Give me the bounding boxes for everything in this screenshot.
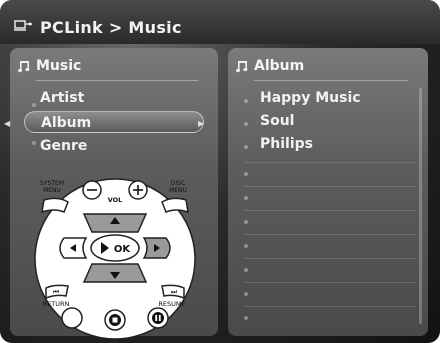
system-menu-button[interactable] (41, 197, 69, 214)
empty-row (244, 306, 416, 307)
empty-row (244, 234, 416, 235)
menu-item-artist[interactable]: Artist (40, 90, 84, 106)
bullet-icon (244, 145, 248, 149)
return-label: RETURN (43, 300, 70, 308)
bullet-icon (244, 316, 248, 320)
bullet-icon (244, 122, 248, 126)
pause-icon (158, 315, 161, 321)
pclink-icon (14, 20, 32, 31)
right-arrow-icon: ▶ (198, 119, 205, 128)
disc-menu-label: DISC MENU (169, 180, 187, 194)
screen: PCLink > Music Music Artist Album Genre … (0, 0, 440, 343)
music-note-icon (236, 61, 248, 73)
album-panel: Album Happy Music Soul Philips (228, 48, 428, 336)
breadcrumb: PCLink > Music (40, 18, 182, 37)
resume-label: RESUME (158, 300, 185, 308)
bullet-icon (244, 244, 248, 248)
bullet-icon (244, 220, 248, 224)
panel-title-music: Music (36, 58, 82, 74)
stop-icon (112, 317, 118, 323)
panel-title-album: Album (254, 58, 305, 74)
bullet-icon (244, 99, 248, 103)
vol-label: VOL (108, 196, 123, 204)
pause-icon-ring (152, 312, 164, 324)
remote-control: SYSTEMMENU VOL DISCMENU OK ⏮ ⏭ RETURN (34, 178, 196, 340)
empty-row (244, 210, 416, 211)
bullet-icon (32, 103, 36, 107)
pause-icon (155, 315, 158, 321)
title-divider (254, 80, 408, 81)
bullet-icon (244, 196, 248, 200)
ok-label: OK (114, 244, 132, 255)
album-item-philips[interactable]: Philips (260, 136, 313, 152)
bullet-icon (244, 268, 248, 272)
empty-row (244, 282, 416, 283)
empty-row (244, 162, 416, 163)
menu-item-genre[interactable]: Genre (40, 138, 87, 154)
previous-icon: ⏮ (53, 288, 59, 296)
album-item-soul[interactable]: Soul (260, 113, 294, 129)
empty-row (244, 258, 416, 259)
album-item-happy-music[interactable]: Happy Music (260, 90, 361, 106)
left-arrow-icon: ◀ (4, 119, 11, 128)
next-icon: ⏭ (171, 288, 178, 296)
bullet-icon (32, 141, 36, 145)
system-menu-label: SYSTEM MENU (40, 180, 64, 194)
empty-row (244, 186, 416, 187)
title-divider (36, 80, 198, 81)
bullet-icon (244, 292, 248, 296)
disc-menu-button[interactable] (161, 197, 189, 214)
bullet-icon (244, 172, 248, 176)
return-button[interactable] (61, 307, 83, 329)
music-note-icon (18, 61, 30, 73)
scrollbar[interactable] (419, 88, 422, 324)
header-bar: PCLink > Music (0, 0, 440, 44)
menu-item-album[interactable]: Album (24, 111, 204, 133)
